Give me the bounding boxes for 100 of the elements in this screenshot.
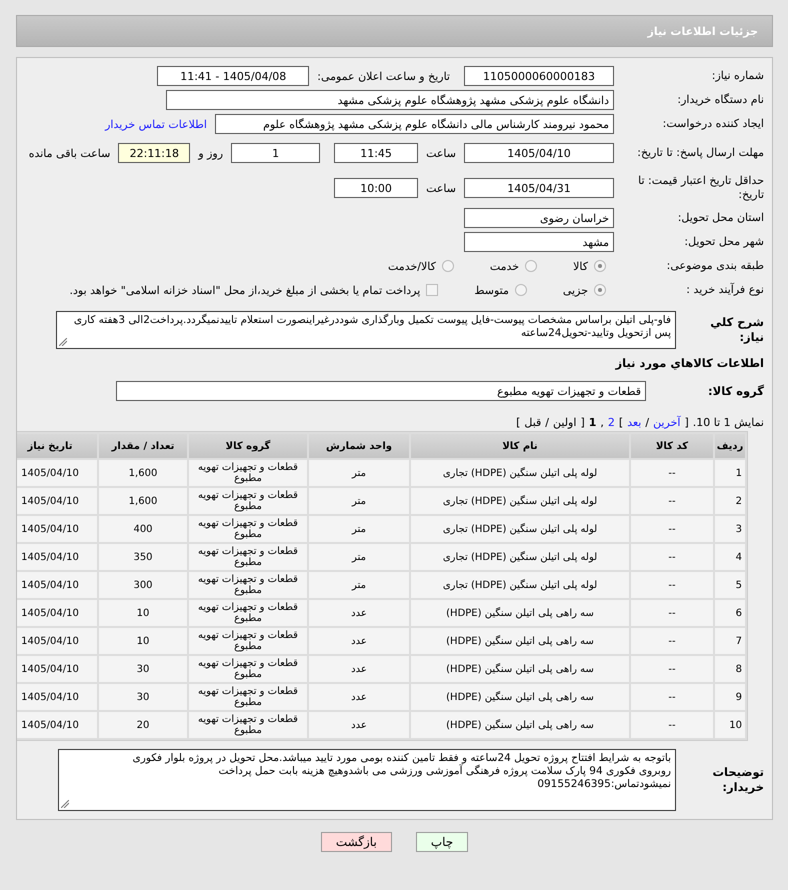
radio-button[interactable] (514, 284, 527, 296)
field-label: شماره نیاز: (710, 68, 764, 84)
table-cell: 30 (99, 656, 187, 682)
table-cell: 350 (99, 544, 187, 570)
print-button[interactable]: چاپ (416, 832, 468, 852)
table-cell: قطعات و تجهیزات تهویه مطبوع (189, 488, 307, 514)
table-cell: سه راهی پلی اتیلن سنگین (HDPE) (411, 712, 629, 738)
field-label: نام دستگاه خریدار: (676, 92, 764, 108)
pagination-text: [ (618, 416, 624, 429)
table-cell: 300 (99, 572, 187, 598)
field-label: استان محل تحویل: (676, 210, 764, 226)
table-cell: 1 (715, 460, 745, 486)
table-cell: 1405/04/10 (17, 684, 97, 710)
table-cell: 8 (715, 656, 745, 682)
remaining-time-field: 22:11:18 (118, 143, 190, 163)
table-cell: 5 (715, 572, 745, 598)
table-cell: قطعات و تجهیزات تهویه مطبوع (189, 544, 307, 570)
table-cell: 1405/04/10 (17, 460, 97, 486)
table-cell: قطعات و تجهیزات تهویه مطبوع (189, 712, 307, 738)
table-cell: قطعات و تجهیزات تهویه مطبوع (189, 600, 307, 626)
creator-field: محمود نیرومند کارشناس مالی دانشگاه علوم پزشکی مشهد پژوهشگاه علوم (215, 114, 614, 134)
validity-date-field: 1405/04/31 (464, 178, 614, 198)
table-cell: -- (631, 712, 713, 738)
table-cell: 1405/04/10 (17, 600, 97, 626)
table-cell: متر (309, 488, 409, 514)
table-cell: لوله پلی اتیلن سنگین (HDPE) تجاری (411, 516, 629, 542)
table-cell: 1405/04/10 (17, 544, 97, 570)
column-header: واحد شمارش (309, 434, 409, 458)
resize-grip-icon (59, 338, 67, 346)
table-cell: قطعات و تجهیزات تهویه مطبوع (189, 628, 307, 654)
radio-label: کالا/خدمت (388, 260, 436, 272)
table-cell: -- (631, 488, 713, 514)
table-cell: سه راهی پلی اتیلن سنگین (HDPE) (411, 600, 629, 626)
table-cell: 30 (99, 684, 187, 710)
field-label: نوع فرآیند خرید : (685, 282, 764, 298)
table-cell: سه راهی پلی اتیلن سنگین (HDPE) (411, 684, 629, 710)
field-label: ایجاد کننده درخواست: (662, 116, 764, 132)
field-label: تاریخ و ساعت اعلان عمومی: (317, 70, 450, 82)
current-page: 1 (588, 416, 596, 429)
table-cell: عدد (309, 600, 409, 626)
table-cell: -- (631, 656, 713, 682)
table-cell: 4 (715, 544, 745, 570)
radio-label: خدمت (490, 260, 520, 272)
buyer-field: دانشگاه علوم پزشکی مشهد پژوهشگاه علوم پزشکی مشهد (166, 90, 614, 110)
table-cell: -- (631, 460, 713, 486)
pagination-link[interactable]: 2 (608, 416, 615, 429)
column-header: کد کالا (631, 434, 713, 458)
table-cell: لوله پلی اتیلن سنگین (HDPE) تجاری (411, 572, 629, 598)
column-header: تعداد / مقدار (99, 434, 187, 458)
checkbox[interactable] (426, 284, 438, 296)
field-label: توضیحات خریدار: (712, 765, 764, 795)
checkbox-label: پرداخت تمام یا بخشی از مبلغ خرید،از محل "اسناد خزانه اسلامی" خواهد بود. (70, 284, 420, 296)
contact-link[interactable]: اطلاعات تماس خریدار (105, 118, 207, 130)
radio-button[interactable] (594, 284, 606, 296)
table-cell: عدد (309, 628, 409, 654)
table-cell: 10 (715, 712, 745, 738)
column-header: گروه کالا (189, 434, 307, 458)
table-cell: 1405/04/10 (17, 572, 97, 598)
table-cell: عدد (309, 712, 409, 738)
pagination-text: ] (580, 416, 585, 429)
description-box: فاو-پلی اتیلن براساس مشخصات پیوست-فایل پیوست تکمیل وبارگذاری شوددرغیراینصورت استعلام تاییدنمیگردد.پرداخت2الی 3هفته کاری پس ازتحویل وتایید-تحویل24ساعته (56, 311, 676, 349)
table-cell: لوله پلی اتیلن سنگین (HDPE) تجاری (411, 460, 629, 486)
field-label: گروه کالا: (707, 384, 764, 398)
table-cell: 1405/04/10 (17, 656, 97, 682)
field-label: ساعت (426, 182, 456, 194)
radio-button[interactable] (525, 260, 538, 272)
table-cell: 9 (715, 684, 745, 710)
resize-grip-icon (61, 800, 69, 808)
column-header: نام کالا (411, 434, 629, 458)
table-cell: 1405/04/10 (17, 516, 97, 542)
pagination-text: اولین (553, 416, 576, 429)
table-cell: 20 (99, 712, 187, 738)
table-cell: 1405/04/10 (17, 628, 97, 654)
pagination-text: , (600, 416, 604, 429)
column-header: تاریخ نیاز (17, 434, 97, 458)
field-label: طبقه بندی موضوعی: (666, 258, 764, 274)
column-header: ردیف (715, 434, 745, 458)
table-cell: 3 (715, 516, 745, 542)
table-cell: متر (309, 460, 409, 486)
field-label: شرح کلي نياز: (709, 315, 764, 345)
table-cell: لوله پلی اتیلن سنگین (HDPE) تجاری (411, 544, 629, 570)
table-cell: عدد (309, 684, 409, 710)
pagination-text: نمایش 1 تا 10. (692, 416, 764, 429)
table-cell: سه راهی پلی اتیلن سنگین (HDPE) (411, 628, 629, 654)
table-cell: 10 (99, 628, 187, 654)
validity-time-field: 10:00 (334, 178, 418, 198)
table-cell: 400 (99, 516, 187, 542)
table-cell: متر (309, 544, 409, 570)
table-cell: 10 (99, 600, 187, 626)
pagination-text: / (645, 416, 650, 429)
table-cell: -- (631, 600, 713, 626)
table-cell: 2 (715, 488, 745, 514)
radio-button[interactable] (442, 260, 454, 272)
field-label: ساعت (426, 146, 456, 160)
city-field: مشهد (464, 232, 614, 252)
radio-button[interactable] (594, 260, 606, 272)
back-button[interactable]: بازگشت (320, 832, 392, 852)
pagination-link[interactable]: بعد (627, 416, 642, 429)
pagination-link[interactable]: آخرین (653, 416, 680, 429)
page-title: جزئیات اطلاعات نیاز (648, 24, 758, 38)
